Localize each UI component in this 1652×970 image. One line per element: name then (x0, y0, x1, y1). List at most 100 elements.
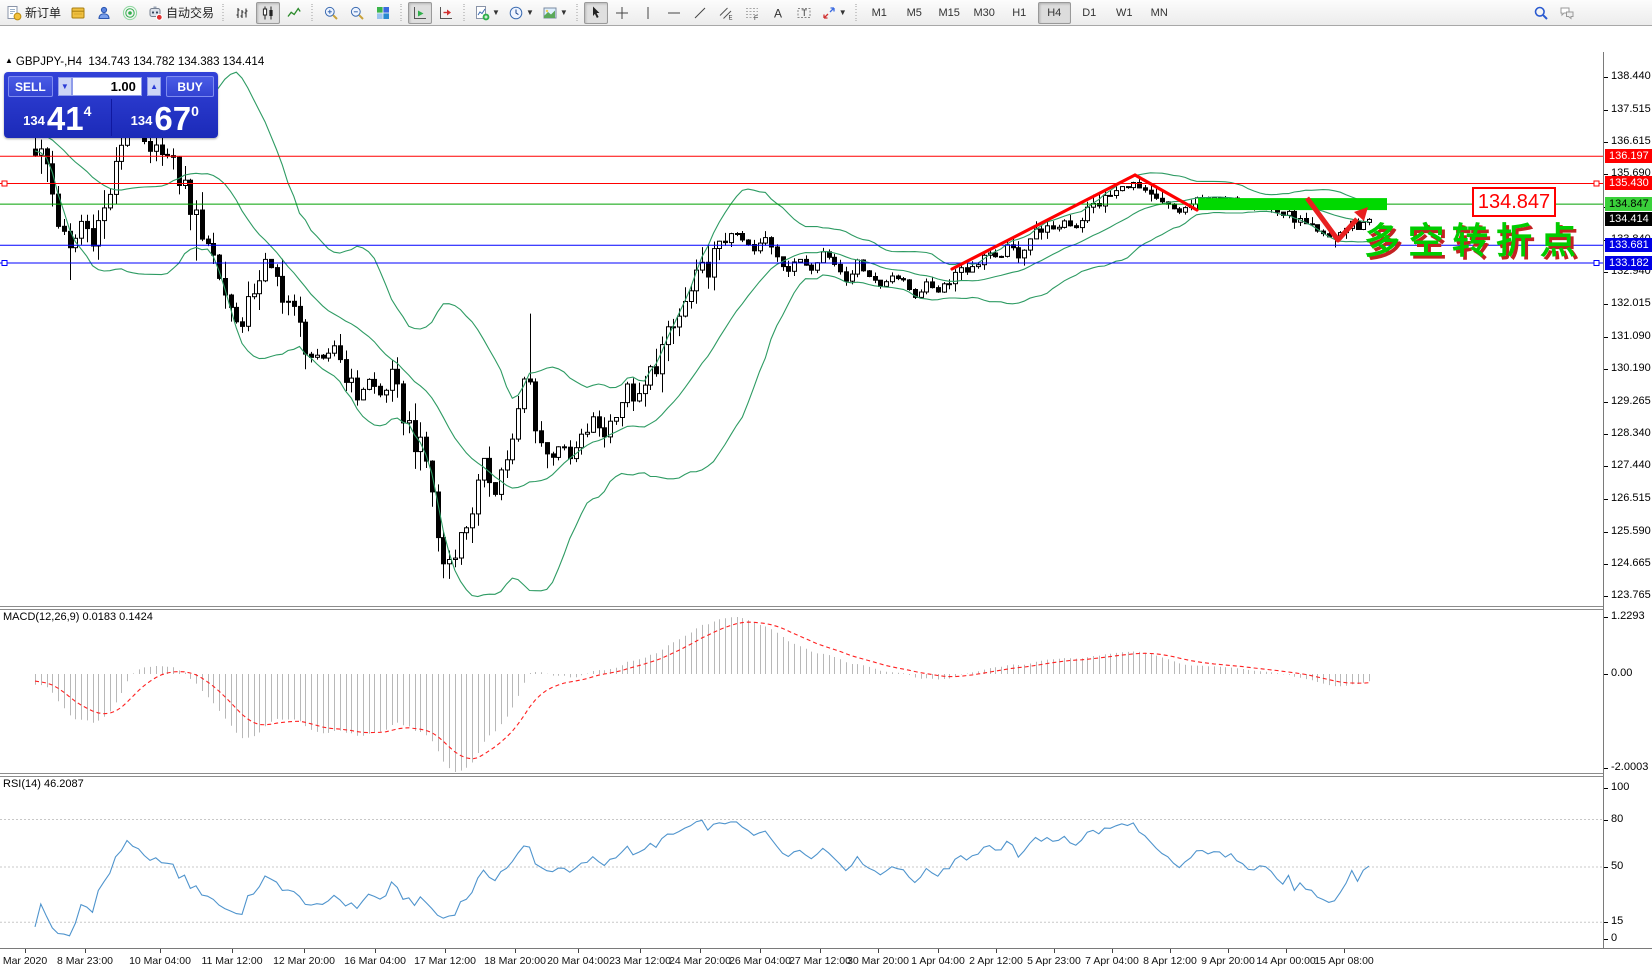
one-click-top-row: SELL ▼ ▲ BUY (8, 76, 214, 97)
fibonacci-button[interactable]: F (740, 2, 764, 24)
timeframe-m5-button[interactable]: M5 (898, 2, 931, 24)
resistance-line-136197-axis-label: 136.197 (1605, 149, 1652, 163)
text-button[interactable]: A (766, 2, 790, 24)
candle-chart-button[interactable] (256, 2, 280, 24)
price-axis-label: 128.340 (1611, 427, 1651, 439)
symbol-period-label: GBPJPY-,H4 (16, 56, 82, 68)
price-callout-box[interactable]: 134.847 (1472, 187, 1556, 217)
time-axis-label: 9 Apr 20:00 (1201, 955, 1255, 967)
rsi-line (35, 820, 1369, 936)
timeframe-h1-button[interactable]: H1 (1003, 2, 1036, 24)
sell-button[interactable]: SELL (8, 76, 53, 97)
timeframe-m1-button[interactable]: M1 (863, 2, 896, 24)
trend-line[interactable] (1135, 175, 1197, 210)
indicator-axis-tick (1604, 674, 1608, 675)
pane-divider[interactable] (0, 606, 1652, 607)
resistance-line-135430[interactable] (0, 181, 1603, 186)
profiles-button[interactable] (66, 2, 90, 24)
indicators-button[interactable]: ▼ (471, 2, 503, 24)
pane-divider[interactable] (0, 773, 1652, 774)
volume-decrease-button[interactable]: ▼ (58, 77, 72, 96)
volume-input[interactable] (72, 77, 142, 96)
indicator-axis-label: -2.0003 (1611, 761, 1648, 773)
zoom-out-icon (349, 5, 365, 21)
buy-price[interactable]: 134 67 0 (112, 99, 219, 136)
time-axis-label: 14 Apr 00:00 (1256, 955, 1316, 967)
cursor-button[interactable] (584, 2, 608, 24)
price-axis-tick (1604, 272, 1608, 273)
svg-text:T: T (801, 8, 807, 18)
vertical-line-button[interactable] (636, 2, 660, 24)
zoom-out-button[interactable] (345, 2, 369, 24)
time-axis-tick (700, 949, 701, 953)
price-axis-label: 131.090 (1611, 330, 1651, 342)
time-axis-tick (85, 949, 86, 953)
zoom-in-icon (323, 5, 339, 21)
market-watch-icon (96, 5, 112, 21)
signals-button[interactable] (118, 2, 142, 24)
one-click-trading-panel: SELL ▼ ▲ BUY 134 41 4 134 67 0 (4, 72, 218, 138)
search-button[interactable] (1529, 2, 1553, 24)
arrows-button[interactable]: ▼ (818, 2, 850, 24)
signals-icon (122, 5, 138, 21)
bollinger-bands (35, 72, 1369, 596)
time-axis-label: 30 Mar 20:00 (847, 955, 909, 967)
autotrading-button[interactable]: 自动交易 (144, 2, 217, 24)
text-label-button[interactable]: T (792, 2, 816, 24)
fibo-icon: F (744, 5, 760, 21)
candlesticks (34, 98, 1372, 579)
time-axis-label: 7 Apr 04:00 (1085, 955, 1139, 967)
one-click-collapse-icon[interactable]: ▲ (5, 56, 13, 65)
key-level-highlight-bar[interactable] (1198, 198, 1387, 210)
turning-point-annotation[interactable]: 多空转折点 (1364, 212, 1584, 264)
hline-icon (666, 5, 682, 21)
dropdown-caret-icon[interactable]: ▼ (492, 8, 500, 17)
tile-windows-button[interactable] (371, 2, 395, 24)
price-axis-tick (1604, 434, 1608, 435)
timeframe-h4-button[interactable]: H4 (1038, 2, 1071, 24)
toolbar: 新订单 自动交易 ▼ ▼ ▼ EFA T ▼ M1M5M15M30H1H4D1W1MN (0, 0, 1652, 26)
periods-icon (508, 5, 524, 21)
periods-button[interactable]: ▼ (505, 2, 537, 24)
sell-price[interactable]: 134 41 4 (4, 99, 112, 136)
timeframe-w1-button[interactable]: W1 (1108, 2, 1141, 24)
trendline-button[interactable] (688, 2, 712, 24)
templates-button[interactable]: ▼ (539, 2, 571, 24)
dropdown-caret-icon[interactable]: ▼ (526, 8, 534, 17)
vline-icon (640, 5, 656, 21)
new-order-button[interactable]: 新订单 (3, 2, 64, 24)
pane-divider[interactable] (0, 609, 1652, 610)
time-axis-label: 18 Mar 20:00 (484, 955, 546, 967)
market-watch-button[interactable] (92, 2, 116, 24)
chart-shift-button[interactable] (434, 2, 458, 24)
chat-button[interactable] (1555, 2, 1579, 24)
time-axis[interactable]: Mar 20208 Mar 23:0010 Mar 04:0011 Mar 12… (0, 948, 1652, 970)
bar-chart-button[interactable] (230, 2, 254, 24)
time-axis-label: 11 Mar 12:00 (201, 955, 262, 967)
dropdown-caret-icon[interactable]: ▼ (560, 8, 568, 17)
timeframe-m15-button[interactable]: M15 (933, 2, 966, 24)
trend-line[interactable] (952, 175, 1135, 269)
crosshair-button[interactable] (610, 2, 634, 24)
svg-text:A: A (774, 6, 782, 20)
chart-canvas[interactable] (0, 52, 1603, 948)
dropdown-caret-icon[interactable]: ▼ (839, 8, 847, 17)
time-axis-label: 8 Apr 12:00 (1143, 955, 1197, 967)
price-axis[interactable]: 138.440137.515136.615135.690134.765133.8… (1603, 52, 1652, 949)
zoom-in-button[interactable] (319, 2, 343, 24)
timeframe-d1-button[interactable]: D1 (1073, 2, 1106, 24)
equidistant-channel-button[interactable]: E (714, 2, 738, 24)
auto-scroll-button[interactable] (408, 2, 432, 24)
auto-scroll-icon (412, 5, 428, 21)
buy-button[interactable]: BUY (166, 76, 214, 97)
horizontal-line-button[interactable] (662, 2, 686, 24)
timeframe-mn-button[interactable]: MN (1143, 2, 1176, 24)
line-chart-button[interactable] (282, 2, 306, 24)
trendline-icon (692, 5, 708, 21)
timeframe-m30-button[interactable]: M30 (968, 2, 1001, 24)
autotrading-icon (147, 5, 163, 21)
pane-divider[interactable] (0, 776, 1652, 777)
volume-increase-button[interactable]: ▲ (147, 77, 161, 96)
price-axis-label: 132.015 (1611, 297, 1651, 309)
price-axis-tick (1604, 596, 1608, 597)
